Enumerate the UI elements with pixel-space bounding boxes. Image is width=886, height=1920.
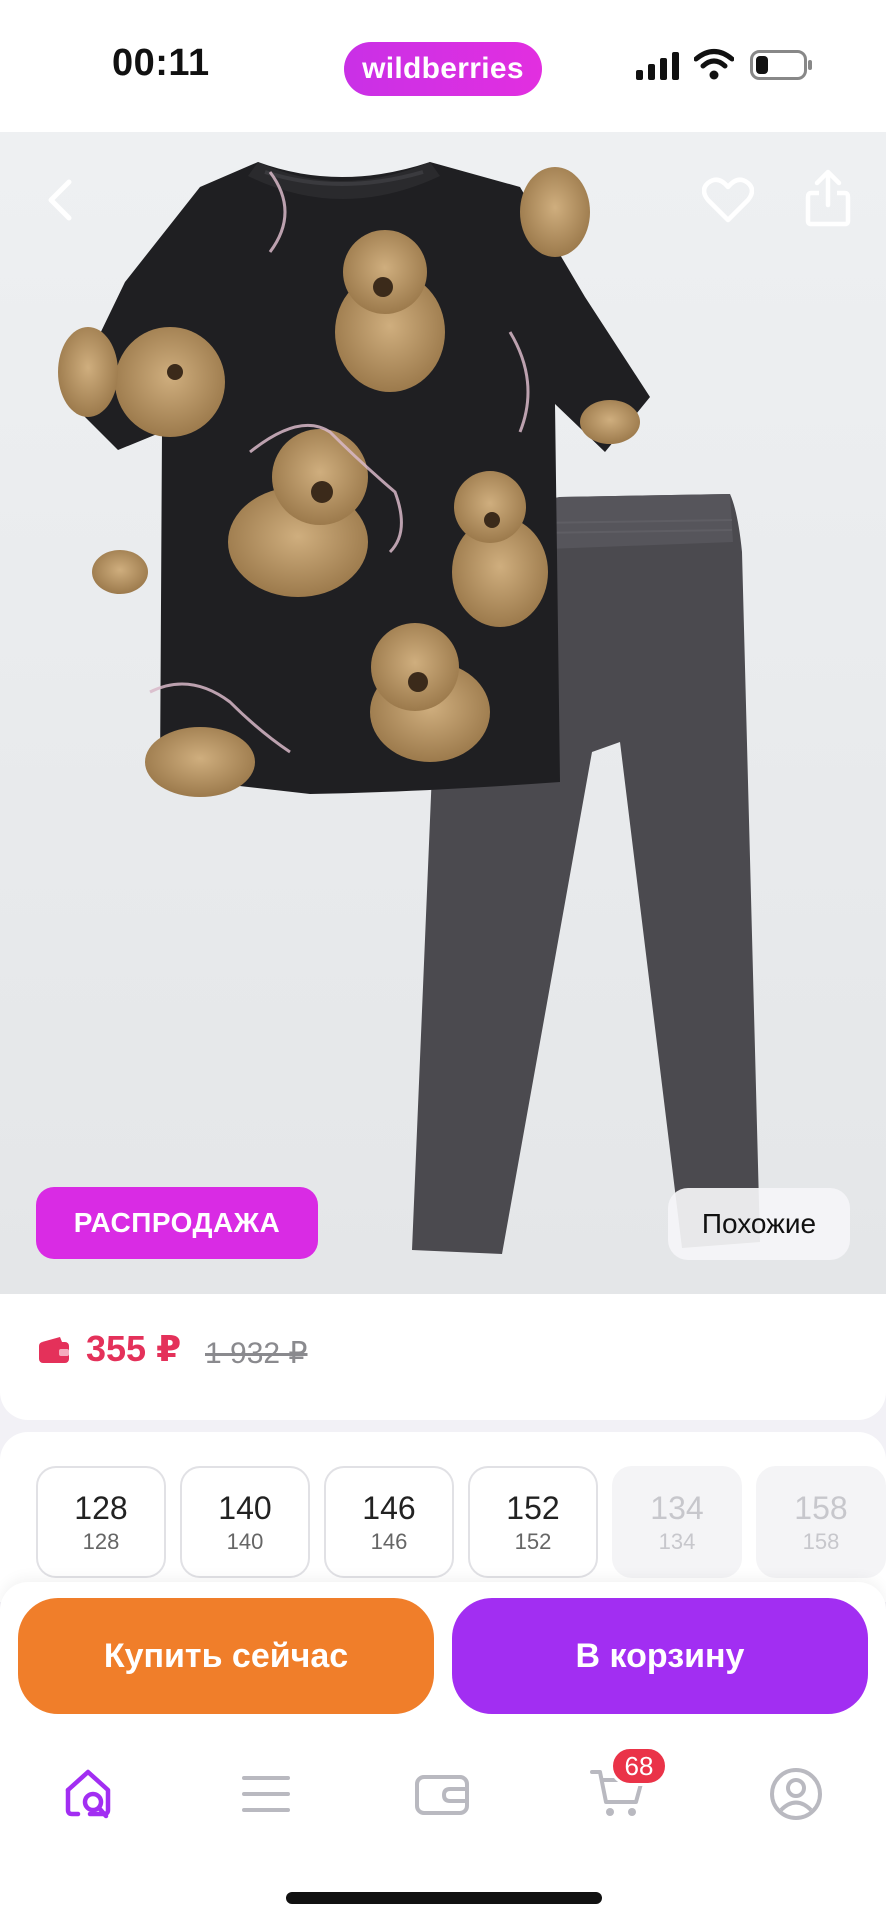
product-image[interactable]: РАСПРОДАЖА Похожие <box>0 132 886 1294</box>
size-sub-label: 158 <box>802 1529 840 1554</box>
size-main-label: 128 <box>74 1490 128 1526</box>
price-card: 355 ₽ 1 932 ₽ <box>0 1294 886 1420</box>
size-selector: 128 128 140 140 146 146 152 152 134 134 … <box>0 1432 886 1602</box>
size-sub-label: 140 <box>226 1529 264 1554</box>
status-bar: 00:11 wildberries <box>0 0 886 132</box>
product-photo <box>58 162 760 1254</box>
size-main-label: 134 <box>650 1490 704 1526</box>
menu-icon <box>242 1776 290 1812</box>
chevron-left-icon <box>48 179 72 221</box>
size-chip-134: 134 134 <box>612 1466 742 1578</box>
cart-count-badge: 68 <box>610 1746 668 1786</box>
size-main-label: 146 <box>362 1490 416 1526</box>
current-price: 355 ₽ <box>86 1328 182 1369</box>
cellular-signal-icon <box>636 52 679 80</box>
size-main-label: 158 <box>794 1490 848 1526</box>
profile-icon <box>770 1768 822 1820</box>
similar-button[interactable]: Похожие <box>668 1188 850 1260</box>
size-chip-128[interactable]: 128 128 <box>36 1466 166 1578</box>
product-screen: 00:11 wildberries РАСПРОДАЖА Похожие 355… <box>0 0 886 1920</box>
size-sub-label: 146 <box>370 1529 408 1554</box>
old-price: 1 932 ₽ <box>205 1337 308 1370</box>
size-chip-140[interactable]: 140 140 <box>180 1466 310 1578</box>
heart-icon <box>702 177 754 223</box>
tab-catalog[interactable] <box>232 1762 300 1826</box>
tab-profile[interactable] <box>762 1762 830 1826</box>
size-main-label: 152 <box>506 1490 560 1526</box>
share-icon <box>805 169 851 227</box>
home-indicator <box>286 1892 602 1904</box>
bottom-panel: Купить сейчас В корзину 68 <box>0 1582 886 1920</box>
home-search-icon <box>65 1769 111 1819</box>
buy-now-button[interactable]: Купить сейчас <box>18 1598 434 1714</box>
size-chip-158: 158 158 <box>756 1466 886 1578</box>
wifi-icon <box>694 49 734 80</box>
sale-badge: РАСПРОДАЖА <box>36 1187 318 1259</box>
size-main-label: 140 <box>218 1490 272 1526</box>
size-sub-label: 128 <box>82 1529 120 1554</box>
brand-logo: wildberries <box>344 42 542 96</box>
share-button[interactable] <box>800 164 856 232</box>
favorite-button[interactable] <box>700 168 756 232</box>
back-button[interactable] <box>32 168 88 232</box>
size-sub-label: 152 <box>514 1529 552 1554</box>
tab-home-search[interactable] <box>56 1762 124 1826</box>
wallet-icon <box>39 1337 69 1363</box>
size-chip-152[interactable]: 152 152 <box>468 1466 598 1578</box>
size-sub-label: 134 <box>658 1529 696 1554</box>
wallet-icon <box>415 1775 469 1815</box>
size-chip-146[interactable]: 146 146 <box>324 1466 454 1578</box>
status-time: 00:11 <box>112 42 210 84</box>
battery-icon <box>750 50 812 80</box>
add-to-cart-button[interactable]: В корзину <box>452 1598 868 1714</box>
tab-wallet[interactable] <box>408 1762 476 1826</box>
